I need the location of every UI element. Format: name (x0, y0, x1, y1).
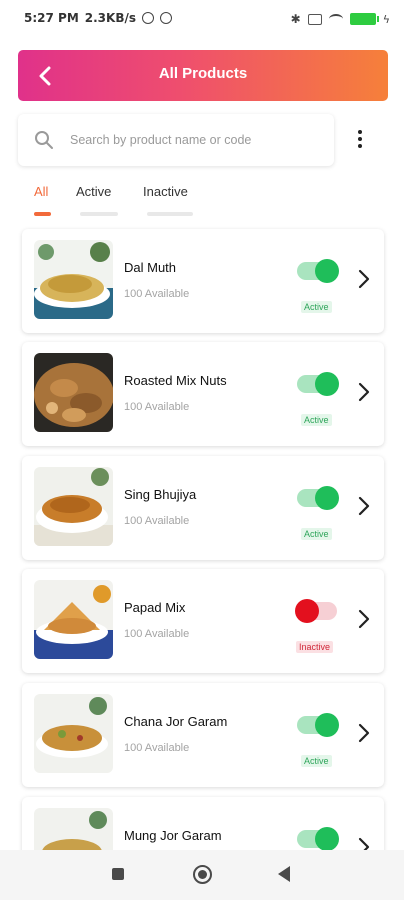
status-toggle[interactable] (297, 713, 339, 737)
chevron-right-icon[interactable] (356, 269, 372, 289)
product-card[interactable]: Chana Jor Garam 100 Available Active (22, 683, 384, 787)
more-options-button[interactable] (350, 126, 370, 152)
status-time: 5:27 PM (24, 11, 79, 25)
tab-active[interactable]: Active (76, 184, 111, 199)
status-toggle[interactable] (295, 599, 337, 623)
status-toggle[interactable] (297, 827, 339, 851)
network-speed: 2.3KB/s (84, 11, 136, 25)
search-icon (35, 131, 53, 149)
more-dot-icon (358, 137, 362, 141)
product-availability: 100 Available (124, 628, 190, 640)
status-toggle[interactable] (297, 259, 339, 283)
toggle-knob (315, 713, 339, 737)
status-toggle[interactable] (297, 372, 339, 396)
product-name: Sing Bhujiya (124, 487, 197, 502)
wifi-icon (328, 14, 343, 24)
app-header: All Products (18, 50, 388, 101)
product-availability: 100 Available (124, 742, 190, 754)
home-icon[interactable] (193, 865, 212, 884)
product-card[interactable]: Dal Muth 100 Available Active (22, 229, 384, 333)
status-badge: Active (301, 414, 332, 426)
back-nav-icon[interactable] (278, 866, 290, 882)
tab-inactive-indicator (147, 212, 193, 216)
toggle-knob (315, 827, 339, 851)
product-image (34, 353, 113, 432)
search-input[interactable] (70, 129, 320, 151)
product-name: Roasted Mix Nuts (124, 373, 227, 388)
sim-icon (307, 13, 322, 25)
product-availability: 100 Available (124, 288, 190, 300)
status-right: ✱ ϟ (291, 12, 390, 26)
system-nav-bar (0, 850, 404, 900)
tab-inactive[interactable]: Inactive (143, 184, 188, 199)
sync-icon (160, 12, 172, 24)
status-badge: Inactive (296, 641, 334, 653)
chevron-right-icon[interactable] (356, 382, 372, 402)
product-name: Dal Muth (124, 260, 177, 275)
tab-all[interactable]: All (34, 184, 48, 199)
tab-active-indicator (80, 212, 118, 216)
tab-all-indicator (34, 212, 51, 216)
status-badge: Active (301, 528, 332, 540)
data-saver-icon (142, 12, 154, 24)
product-image (34, 240, 113, 319)
product-card[interactable]: Sing Bhujiya 100 Available Active (22, 456, 384, 560)
toggle-knob (315, 259, 339, 283)
product-name: Mung Jor Garam (124, 828, 222, 843)
status-left: 5:27 PM 2.3KB/s (24, 11, 172, 25)
search-box (18, 114, 334, 166)
battery-icon (349, 13, 379, 25)
product-name: Papad Mix (124, 600, 186, 615)
product-card[interactable]: Roasted Mix Nuts 100 Available Active (22, 342, 384, 446)
status-bar: 5:27 PM 2.3KB/s ✱ ϟ (0, 0, 404, 40)
status-toggle[interactable] (297, 486, 339, 510)
charging-icon: ϟ (382, 12, 390, 26)
status-badge: Active (301, 755, 332, 767)
product-card[interactable]: Papad Mix 100 Available Inactive (22, 569, 384, 673)
more-dot-icon (358, 144, 362, 148)
toggle-knob (315, 486, 339, 510)
chevron-right-icon[interactable] (356, 496, 372, 516)
chevron-right-icon[interactable] (356, 723, 372, 743)
product-image (34, 467, 113, 546)
page-title: All Products (158, 65, 248, 82)
chevron-right-icon[interactable] (356, 609, 372, 629)
product-image (34, 694, 113, 773)
toggle-knob (295, 599, 319, 623)
status-badge: Active (301, 301, 332, 313)
product-name: Chana Jor Garam (124, 714, 228, 729)
recent-apps-icon[interactable] (112, 868, 124, 880)
toggle-knob (315, 372, 339, 396)
product-image (34, 580, 113, 659)
bluetooth-icon: ✱ (290, 12, 301, 26)
more-dot-icon (358, 130, 362, 134)
product-availability: 100 Available (124, 515, 190, 527)
product-availability: 100 Available (124, 401, 190, 413)
